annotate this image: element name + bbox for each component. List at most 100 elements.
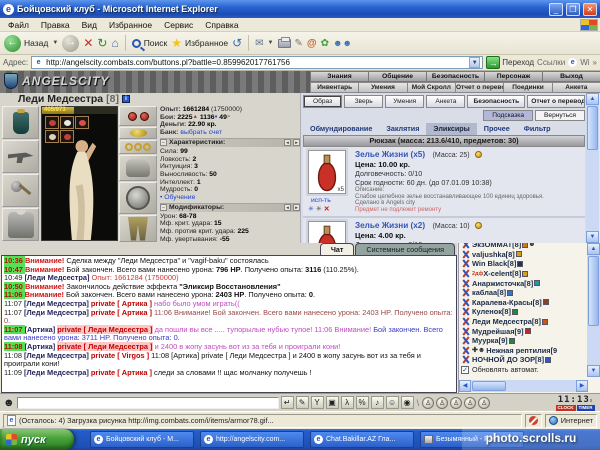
scroll-thumb[interactable]	[472, 381, 506, 391]
scroll-up-icon[interactable]: ▲	[586, 93, 599, 105]
address-dropdown-icon[interactable]: ▼	[469, 57, 481, 68]
history-icon[interactable]: ↺	[232, 35, 242, 52]
nav-sub-item[interactable]: Мой Скролл	[406, 82, 455, 93]
attack-icon[interactable]	[461, 317, 470, 326]
tab-Безопасность[interactable]: Безопасность	[467, 95, 526, 108]
mail-dropdown-icon[interactable]: ▼	[268, 40, 274, 46]
menu-item[interactable]: Сервис	[158, 20, 199, 30]
tab-system-messages[interactable]: Системные сообщения	[355, 243, 455, 255]
player-row[interactable]: Win Black[8]	[460, 259, 587, 269]
player-row[interactable]: каблаа[8]	[460, 288, 587, 298]
player-name[interactable]: Анаржисточка[8]	[472, 279, 533, 288]
item-image[interactable]: x2	[308, 220, 346, 243]
scroll-thumb[interactable]	[588, 256, 599, 326]
arrow-right-icon[interactable]: ▸	[293, 139, 300, 147]
attack-icon[interactable]	[461, 307, 470, 316]
bank-link[interactable]: выбрать счет	[180, 129, 222, 136]
nav-sub-item[interactable]: Анкета	[551, 82, 600, 93]
player-name[interactable]: Win Black[8]	[472, 259, 516, 268]
monitor-icon[interactable]: ▣	[325, 396, 339, 409]
player-row[interactable]: ✚☻ Нежная рептилия[9	[460, 346, 587, 356]
slot-belt[interactable]	[119, 127, 157, 139]
category-tab[interactable]: Эликсиры	[426, 123, 477, 135]
hint-button[interactable]: Подсказка	[483, 110, 533, 121]
tab-Умения[interactable]: Умения	[385, 95, 425, 108]
slot-amulet[interactable]	[2, 106, 39, 139]
links-label[interactable]: Ссылки	[537, 58, 565, 67]
inventory-scrollbar[interactable]: ▲ ▼	[586, 93, 599, 243]
nav-top-item[interactable]: Знания	[310, 71, 368, 82]
scroll-down-icon[interactable]: ▼	[587, 365, 600, 377]
player-row[interactable]: valjushka[8]	[460, 250, 587, 260]
nav-top-item[interactable]: Безопасность	[426, 71, 484, 82]
taskbar-task[interactable]: e Бойцовский клуб - M...	[90, 431, 194, 448]
links-more-icon[interactable]: »	[593, 58, 597, 67]
figure-icon[interactable]: ♙	[478, 396, 491, 409]
address-input[interactable]: e http://angelscity.combats.com/buttons.…	[31, 56, 484, 69]
taskbar-task[interactable]: e Chat.Bakillar.AZ Гла...	[310, 431, 414, 448]
chat-log[interactable]: 10:36 Внимание! Сделка между "Леди Медсе…	[1, 255, 457, 393]
tab-Отчет о переводах[interactable]: Отчет о переводах	[527, 95, 585, 108]
nav-sub-item[interactable]: Поединки	[503, 82, 552, 93]
maximize-button[interactable]: ❐	[566, 2, 580, 16]
attack-icon[interactable]	[461, 327, 470, 336]
figure-icon[interactable]: ♙	[464, 396, 477, 409]
slot-earrings[interactable]	[119, 106, 157, 126]
figure-icon[interactable]: ♙	[450, 396, 463, 409]
tab-Зверь[interactable]: Зверь	[344, 95, 384, 108]
category-tab[interactable]: Обмундирование	[303, 123, 379, 135]
refresh-button[interactable]: ↻	[97, 35, 107, 52]
player-row[interactable]: НОЧНОЙ ДО ЗОР[8]	[460, 355, 587, 364]
home-button[interactable]: ⌂	[111, 35, 118, 52]
back-dropdown-icon[interactable]: ▼	[52, 40, 58, 46]
attack-icon[interactable]	[461, 259, 470, 268]
smile-icon[interactable]: ☺	[385, 396, 399, 409]
back-button[interactable]: ←	[4, 34, 21, 52]
attack-icon[interactable]	[461, 298, 470, 307]
training-link[interactable]: • Обучение	[160, 194, 300, 202]
slot-armor[interactable]	[2, 208, 39, 241]
attack-icon[interactable]	[461, 288, 470, 297]
player-row[interactable]: 2дф X-celent[8]	[460, 269, 587, 279]
autorefresh-checkbox[interactable]: ✓	[461, 365, 469, 374]
buff-icon[interactable]	[60, 116, 74, 129]
player-list-scrollbar[interactable]: ▲ ▼	[587, 243, 600, 377]
music-icon[interactable]: ♪	[370, 396, 384, 409]
nav-top-item[interactable]: Персонаж	[484, 71, 542, 82]
player-row[interactable]: ЭкзОММАТ[8] ☻	[460, 243, 587, 250]
favorites-icon[interactable]: ★	[171, 35, 182, 52]
buff-icon[interactable]	[45, 116, 59, 129]
return-button[interactable]: Вернуться	[535, 110, 585, 121]
item-name[interactable]: Зелье Жизни (x5)	[355, 150, 425, 159]
slot-gloves[interactable]	[119, 155, 157, 181]
menu-item[interactable]: Правка	[35, 20, 76, 30]
attack-icon[interactable]	[461, 269, 470, 278]
player-row[interactable]: Муурка[9]	[460, 336, 587, 346]
forward-button[interactable]: →	[62, 34, 80, 52]
attack-icon[interactable]	[461, 355, 470, 364]
attack-icon[interactable]	[461, 250, 470, 259]
slot-shield[interactable]	[119, 182, 157, 214]
go-button[interactable]: → Переход	[486, 56, 534, 69]
smileys-button[interactable]: ☻	[3, 396, 15, 410]
slot-legs[interactable]	[119, 215, 157, 242]
arrow-left-icon[interactable]: ◂	[284, 139, 291, 147]
chat-input[interactable]	[16, 396, 279, 409]
slot-rings[interactable]	[119, 140, 157, 154]
player-row[interactable]: Мудрейшая[9]	[460, 326, 587, 336]
send-icon[interactable]: ↵	[280, 396, 294, 409]
slot-hammer[interactable]	[2, 174, 39, 207]
item-name[interactable]: Зелье Жизни (x2)	[355, 221, 425, 230]
player-row[interactable]: Леди Медсестра[8]	[460, 317, 587, 327]
player-name[interactable]: Нежная рептилия[9	[486, 346, 557, 355]
nav-top-item[interactable]: Выход	[542, 71, 600, 82]
arrow-left-icon[interactable]: ◂	[284, 204, 291, 212]
tab-Образ[interactable]: Образ	[303, 95, 343, 108]
tab-chat[interactable]: Чат	[319, 243, 355, 255]
clear-icon[interactable]: ✎	[295, 396, 309, 409]
start-button[interactable]: пуск	[0, 429, 74, 450]
player-row[interactable]: Куленок[8]	[460, 307, 587, 317]
attack-icon[interactable]	[461, 279, 470, 288]
taskbar-task[interactable]: e http://angelscity.com...	[200, 431, 304, 448]
scroll-thumb[interactable]	[587, 106, 598, 150]
